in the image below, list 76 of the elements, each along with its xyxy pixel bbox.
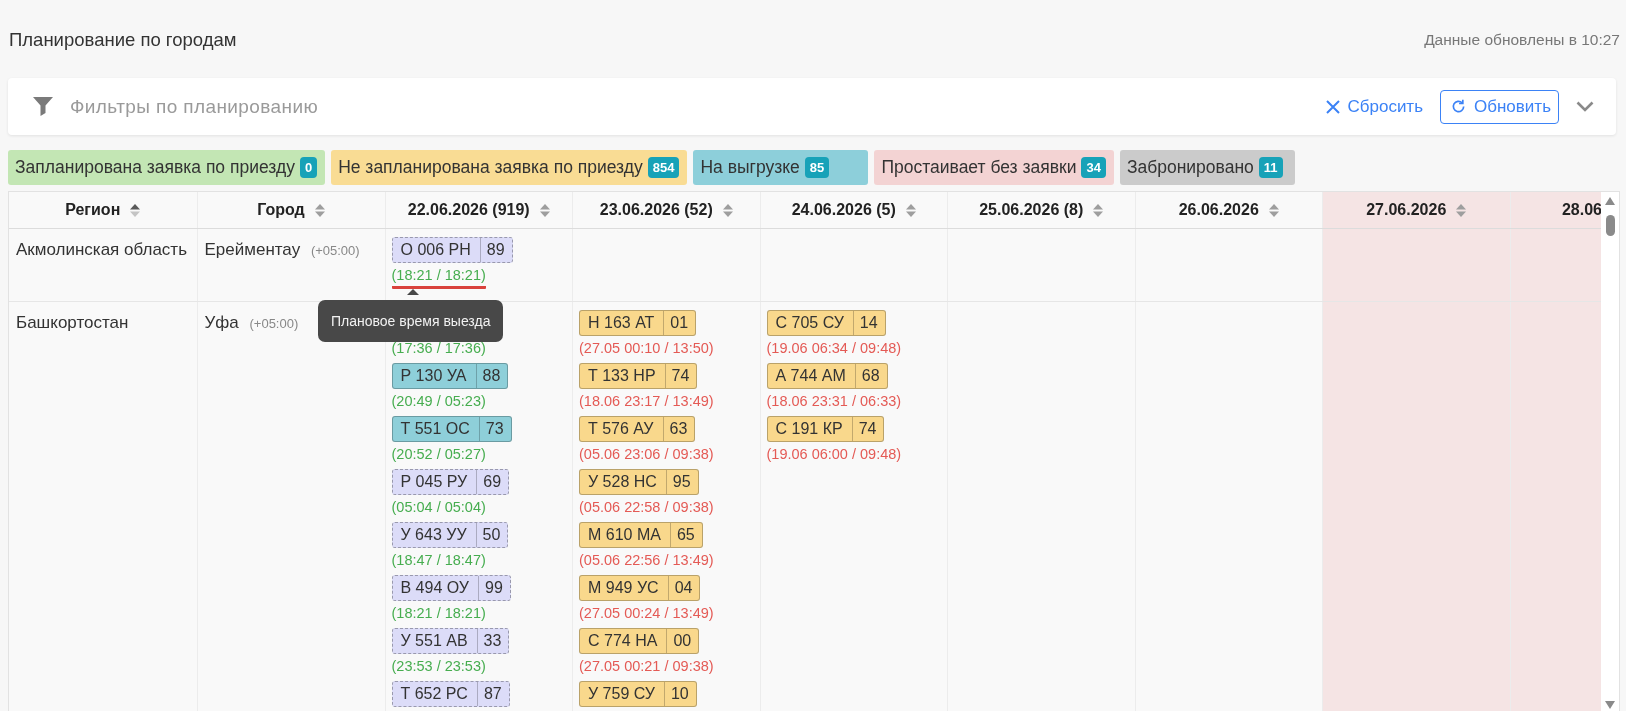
reset-button[interactable]: Сбросить [1326,96,1423,117]
utc-offset: (+05:00) [249,316,299,331]
vehicle-plate[interactable]: С 191 КР 74 [766,416,885,442]
time-range-text: (27.05 00:21 / 09:38) [579,658,714,676]
vehicle-plate[interactable]: С 705 СУ 14 [766,310,886,336]
time-range-text: (19.06 06:34 / 09:48) [766,340,902,358]
page-title: Планирование по городам [9,29,237,51]
vehicle-plate[interactable]: М 949 УС 04 [579,575,701,601]
column-header[interactable]: 27.06.2026 [1322,192,1510,229]
vehicle-plate[interactable]: В 494 ОУ 99 [391,575,511,601]
column-header[interactable]: 22.06.2026 (919) [385,192,573,229]
time-range-text: (05.06 22:58 / 09:38) [579,499,714,517]
scroll-down-icon[interactable] [1605,701,1615,709]
time-range-text: (18.06 23:17 / 13:49) [579,393,714,411]
time-range-text: (17:36 / 17:36) [391,340,486,358]
vehicle-plate[interactable]: Т 576 АУ 63 [579,416,696,442]
time-range-text: (05.06 22:56 / 13:49) [579,552,714,570]
legend-label: Простаивает без заявки [881,157,1077,178]
refresh-button[interactable]: Обновить [1440,89,1559,124]
scroll-up-icon[interactable] [1605,197,1615,205]
region-name: Акмолинская область [16,240,187,259]
legend-label: На выгрузке [700,157,800,178]
column-header[interactable]: 23.06.2026 (52) [572,192,760,229]
filter-bar[interactable]: Фильтры по планированию Сбросить Обновить [8,78,1616,135]
column-header[interactable]: 25.06.2026 (8) [947,192,1135,229]
vehicle-plate[interactable]: У 528 НС 95 [579,469,699,495]
time-range-text: (05:04 / 05:04) [391,499,486,517]
close-icon [1326,99,1341,114]
legend-label: Забронировано [1126,157,1254,178]
vehicle-plate[interactable]: О 006 РН 89 [391,237,513,263]
vehicle-plate[interactable]: А 744 АМ 68 [766,363,888,389]
time-range-text: (20:52 / 05:27) [391,446,486,464]
column-header[interactable]: Город [197,192,385,229]
vehicle-plate[interactable]: У 759 СУ 10 [579,681,697,707]
count-badge: 854 [647,157,680,178]
vehicle-plate[interactable]: Т 652 РС 87 [391,681,510,707]
chevron-down-icon[interactable] [1576,101,1594,112]
scrollbar-thumb[interactable] [1605,215,1615,236]
time-range-text: (18:47 / 18:47) [391,552,486,570]
vehicle-plate[interactable]: Т 551 ОС 73 [391,416,512,442]
city-name: Ерейментау [204,240,301,259]
filter-icon [33,97,53,116]
time-range-text: (20:49 / 05:23) [391,393,486,411]
vehicle-plate[interactable]: Р 045 РУ 69 [391,469,510,495]
time-range-text: (18:21 / 18:21) [391,267,486,289]
count-badge: 11 [1258,157,1283,178]
vehicle-plate[interactable]: У 643 УУ 50 [391,522,509,548]
legend-label: Запланирована заявка по приезду [15,157,295,178]
vehicle-plate[interactable]: У 551 АВ 33 [391,628,510,654]
time-range-text: (19.06 06:00 / 09:48) [766,446,902,464]
time-range-text: (18:21 / 18:21) [391,605,486,623]
legend-label: Не запланирована заявка по приезду [338,157,643,178]
vehicle-plate[interactable]: Т 133 НР 74 [579,363,698,389]
filter-input[interactable]: Фильтры по планированию [70,91,1327,122]
vehicle-plate[interactable]: Н 163 АТ 01 [579,310,697,336]
tooltip: Плановое время выезда [318,289,504,342]
time-range-text: (27.05 00:24 / 13:49) [579,605,714,623]
time-range-text: (23:53 / 23:53) [391,658,486,676]
column-header[interactable]: 24.06.2026 (5) [760,192,948,229]
count-badge: 0 [299,157,318,178]
region-name: Башкортостан [16,313,129,332]
count-badge: 34 [1081,157,1106,178]
city-name: Уфа [204,313,239,332]
time-range-text: (27.05 00:10 / 13:50) [579,340,714,358]
column-header[interactable]: 26.06.2026 [1135,192,1323,229]
column-header[interactable]: Регион [9,192,197,229]
last-updated-text: Данные обновлены в 10:27 [1424,31,1620,49]
time-range-text: (05.06 23:06 / 09:38) [579,446,714,464]
vehicle-plate[interactable]: Р 130 УА 88 [391,363,509,389]
column-header[interactable]: 28.06 [1510,192,1601,229]
vehicle-plate[interactable]: С 774 НА 00 [579,628,700,654]
time-range-text: (18.06 23:31 / 06:33) [766,393,902,411]
refresh-icon [1451,99,1466,114]
utc-offset: (+05:00) [310,243,360,258]
vehicle-plate[interactable]: М 610 МА 65 [579,522,703,548]
count-badge: 85 [804,157,830,178]
